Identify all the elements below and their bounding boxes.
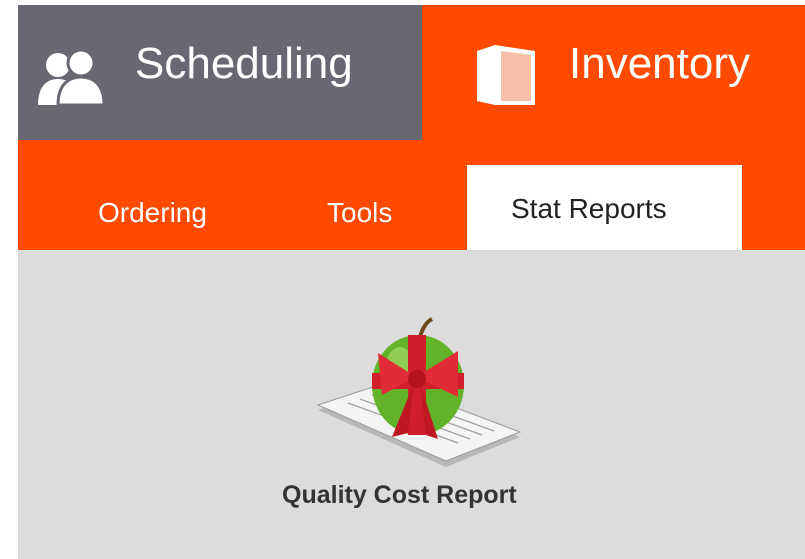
subnav-item-ordering[interactable]: Ordering xyxy=(98,197,207,229)
subnav-item-stat-reports-label: Stat Reports xyxy=(511,193,667,224)
tab-inventory-label: Inventory xyxy=(569,39,750,88)
apple-report-icon xyxy=(316,317,522,467)
subnav-item-stat-reports[interactable]: Stat Reports xyxy=(467,165,742,250)
people-icon xyxy=(38,48,106,107)
tab-scheduling[interactable]: Scheduling xyxy=(18,5,422,140)
sub-navigation: Ordering Tools Stat Reports xyxy=(18,140,805,250)
subnav-item-tools[interactable]: Tools xyxy=(327,197,392,229)
app-window: Scheduling Inventory Ordering Tools Stat… xyxy=(18,5,805,559)
tab-scheduling-label: Scheduling xyxy=(135,39,353,88)
report-tile-label: Quality Cost Report xyxy=(282,481,517,509)
tab-inventory[interactable]: Inventory xyxy=(422,5,805,140)
report-tile-quality-cost[interactable]: Quality Cost Report xyxy=(258,315,578,525)
book-icon xyxy=(477,45,535,105)
